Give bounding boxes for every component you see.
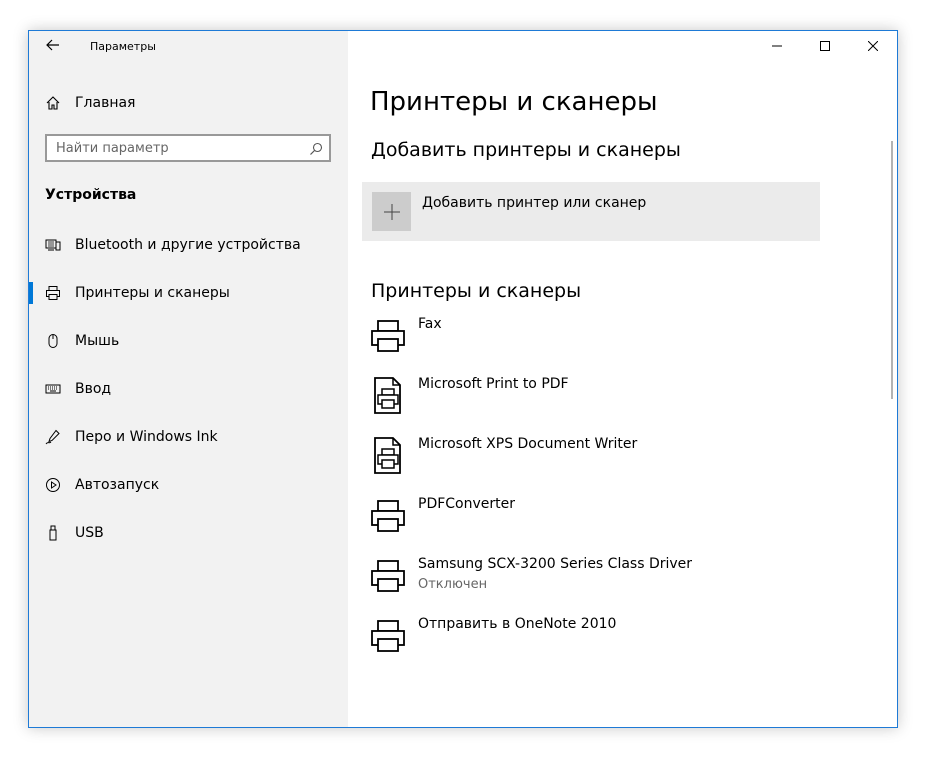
printer-icon (45, 285, 61, 301)
printer-name: Microsoft XPS Document Writer (418, 436, 638, 452)
autoplay-icon (45, 477, 61, 493)
sidebar-item-mouse[interactable]: Мышь (29, 317, 348, 365)
window-controls (753, 31, 897, 61)
app-title: Параметры (90, 40, 156, 53)
search-box[interactable] (45, 134, 331, 162)
sidebar-item-pen[interactable]: Перо и Windows Ink (29, 413, 348, 461)
back-button[interactable] (43, 38, 63, 56)
minimize-button[interactable] (753, 31, 801, 61)
home-icon (45, 95, 61, 111)
page-title: Принтеры и сканеры (370, 87, 658, 117)
maximize-button[interactable] (801, 31, 849, 61)
printer-document-icon (374, 437, 401, 474)
printers-list-heading: Принтеры и сканеры (371, 280, 582, 302)
add-section-heading: Добавить принтеры и сканеры (371, 139, 681, 161)
printer-list: Fax Microsoft Print to PDF Microsoft XPS… (370, 311, 870, 671)
add-icon-box (372, 192, 411, 231)
printer-item[interactable]: Fax (370, 311, 870, 371)
sidebar-nav: Bluetooth и другие устройства Принтеры и… (29, 221, 348, 557)
scrollbar[interactable] (891, 141, 893, 399)
active-indicator (29, 282, 33, 304)
sidebar-item-usb[interactable]: USB (29, 509, 348, 557)
printer-name: Отправить в OneNote 2010 (418, 616, 617, 632)
printer-name: Samsung SCX-3200 Series Class Driver (418, 556, 693, 572)
sidebar-item-label: Ввод (75, 381, 112, 397)
printer-document-icon (374, 377, 401, 414)
printer-icon (371, 320, 405, 352)
printer-name: Fax (418, 316, 442, 332)
sidebar-item-label: Мышь (75, 333, 120, 349)
sidebar-item-label: Принтеры и сканеры (75, 285, 230, 301)
sidebar-item-printers[interactable]: Принтеры и сканеры (29, 269, 348, 317)
printer-status: Отключен (418, 577, 488, 592)
printer-icon (371, 500, 405, 532)
pen-icon (45, 429, 61, 445)
printer-name: Microsoft Print to PDF (418, 376, 569, 392)
mouse-icon (45, 333, 61, 349)
sidebar-item-label: Bluetooth и другие устройства (75, 237, 301, 253)
search-icon[interactable] (309, 141, 323, 160)
sidebar-item-label: USB (75, 525, 104, 541)
home-link[interactable]: Главная (45, 91, 135, 115)
minimize-icon (772, 45, 782, 47)
printer-name: PDFConverter (418, 496, 516, 512)
keyboard-icon (45, 381, 61, 397)
printer-icon (371, 560, 405, 592)
sidebar-item-typing[interactable]: Ввод (29, 365, 348, 413)
maximize-icon (820, 41, 830, 51)
plus-icon (383, 203, 400, 220)
printer-icon (371, 620, 405, 652)
printer-item[interactable]: Microsoft Print to PDF (370, 371, 870, 431)
usb-icon (45, 525, 61, 541)
add-printer-button[interactable]: Добавить принтер или сканер (362, 182, 820, 241)
add-printer-label: Добавить принтер или сканер (422, 195, 647, 211)
main-content: Принтеры и сканеры Добавить принтеры и с… (348, 31, 897, 727)
arrow-left-icon (46, 39, 59, 51)
settings-window: Параметры Главная Устройства Bluetooth и… (28, 30, 898, 728)
sidebar-item-autoplay[interactable]: Автозапуск (29, 461, 348, 509)
close-button[interactable] (849, 31, 897, 61)
section-heading: Устройства (45, 187, 137, 203)
devices-icon (45, 237, 61, 253)
sidebar-item-label: Автозапуск (75, 477, 160, 493)
printer-item[interactable]: Microsoft XPS Document Writer (370, 431, 870, 491)
search-input[interactable] (47, 136, 296, 160)
sidebar-item-bluetooth[interactable]: Bluetooth и другие устройства (29, 221, 348, 269)
sidebar-item-label: Перо и Windows Ink (75, 429, 218, 445)
home-label: Главная (75, 95, 136, 111)
printer-item[interactable]: Отправить в OneNote 2010 (370, 611, 870, 671)
close-icon (868, 41, 878, 51)
sidebar: Параметры Главная Устройства Bluetooth и… (29, 31, 348, 727)
printer-item[interactable]: PDFConverter (370, 491, 870, 551)
printer-item[interactable]: Samsung SCX-3200 Series Class Driver Отк… (370, 551, 870, 611)
